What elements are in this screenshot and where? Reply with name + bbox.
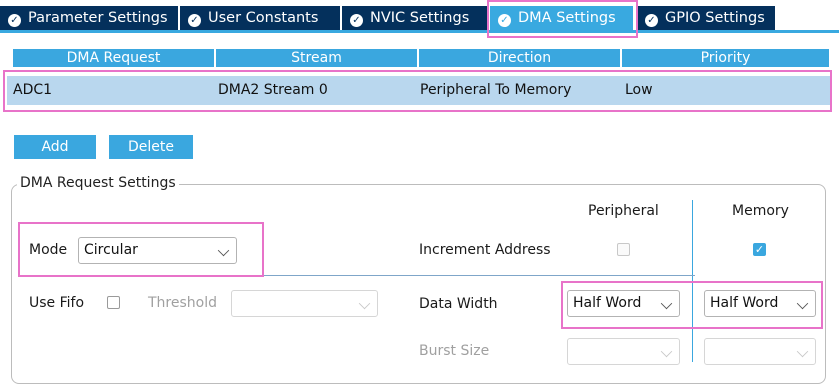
chevron-down-icon <box>358 297 371 310</box>
tab-user-constants[interactable]: ✓ User Constants <box>180 6 342 30</box>
check-circle-icon: ✓ <box>188 14 201 27</box>
memory-column-label: Memory <box>732 203 789 219</box>
column-divider <box>692 200 693 362</box>
check-circle-icon: ✓ <box>645 14 658 27</box>
column-header-dma-request[interactable]: DMA Request <box>13 49 214 67</box>
chevron-down-icon <box>217 244 230 257</box>
data-width-memory-select[interactable]: Half Word <box>704 290 816 317</box>
tab-label: Parameter Settings <box>28 10 168 26</box>
data-width-peripheral-select[interactable]: Half Word <box>567 290 680 317</box>
data-width-peripheral-value: Half Word <box>573 295 642 311</box>
chevron-down-icon <box>796 345 809 358</box>
tab-underline <box>0 30 839 33</box>
chevron-down-icon <box>660 345 673 358</box>
tab-gpio-settings[interactable]: ✓ GPIO Settings <box>637 6 777 30</box>
increment-address-label: Increment Address <box>419 242 551 258</box>
column-header-stream[interactable]: Stream <box>216 49 417 67</box>
increment-memory-checkbox[interactable]: ✓ <box>753 243 766 256</box>
data-width-label: Data Width <box>419 296 498 312</box>
cell-dma-request: ADC1 <box>13 82 53 98</box>
column-header-priority[interactable]: Priority <box>622 49 829 67</box>
use-fifo-label: Use Fifo <box>29 295 85 311</box>
peripheral-column-label: Peripheral <box>588 203 659 219</box>
check-circle-icon: ✓ <box>8 14 21 27</box>
tab-label: DMA Settings <box>518 10 616 26</box>
burst-size-peripheral-select[interactable] <box>567 338 680 365</box>
tab-parameter-settings[interactable]: ✓ Parameter Settings <box>0 6 180 30</box>
chevron-down-icon <box>796 297 809 310</box>
mode-value: Circular <box>84 242 138 258</box>
check-circle-icon: ✓ <box>498 14 511 27</box>
mode-label: Mode <box>29 242 68 258</box>
row-divider <box>18 275 695 276</box>
cell-stream: DMA2 Stream 0 <box>218 82 328 98</box>
tab-label: GPIO Settings <box>665 10 765 26</box>
data-width-memory-value: Half Word <box>710 295 779 311</box>
check-circle-icon: ✓ <box>350 14 363 27</box>
burst-size-memory-select[interactable] <box>704 338 816 365</box>
burst-size-label: Burst Size <box>419 343 490 359</box>
tab-label: NVIC Settings <box>370 10 470 26</box>
cell-priority: Low <box>625 82 653 98</box>
threshold-select[interactable] <box>231 290 378 317</box>
tab-bar: ✓ Parameter Settings ✓ User Constants ✓ NVI… <box>0 0 839 30</box>
delete-button[interactable]: Delete <box>109 135 193 159</box>
tab-label: User Constants <box>208 10 319 26</box>
check-icon: ✓ <box>754 243 765 256</box>
tab-dma-settings[interactable]: ✓ DMA Settings <box>490 6 635 30</box>
group-title: DMA Request Settings <box>17 175 179 191</box>
use-fifo-checkbox[interactable] <box>107 296 120 309</box>
chevron-down-icon <box>660 297 673 310</box>
increment-peripheral-checkbox[interactable] <box>617 243 630 256</box>
table-row[interactable] <box>7 76 831 105</box>
column-header-direction[interactable]: Direction <box>419 49 620 67</box>
threshold-label: Threshold <box>148 295 217 311</box>
mode-select[interactable]: Circular <box>78 237 237 264</box>
tab-nvic-settings[interactable]: ✓ NVIC Settings <box>342 6 490 30</box>
add-button[interactable]: Add <box>14 135 96 159</box>
cell-direction: Peripheral To Memory <box>420 82 572 98</box>
